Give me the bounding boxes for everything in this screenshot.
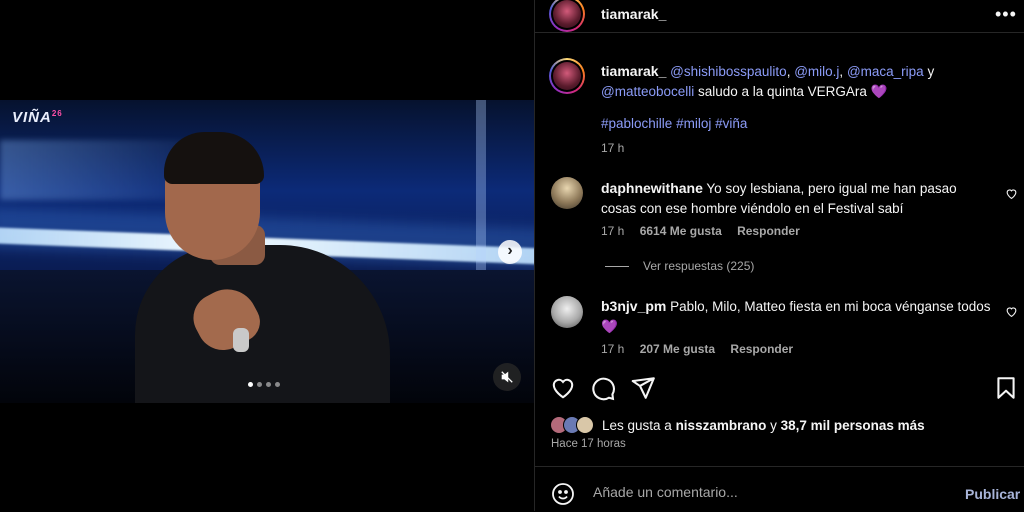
post-photo [0, 100, 534, 403]
like-icon[interactable] [550, 375, 576, 401]
comment-time: 17 h [601, 224, 625, 238]
mention-link[interactable]: @maca_ripa [847, 64, 924, 79]
comment-input[interactable] [591, 483, 895, 501]
caption-time: 17 h [601, 141, 625, 155]
carousel-next-button[interactable]: › [498, 240, 522, 264]
view-replies-label: Ver respuestas (225) [643, 259, 755, 273]
person-body [135, 245, 390, 403]
post-timestamp: Hace 17 horas [551, 438, 626, 450]
post-caption: tiamarak_ @shishibosspaulito, @milo.j, @… [601, 63, 935, 99]
comment-like-icon[interactable] [1005, 187, 1018, 200]
likes-summary: Les gusta a nisszambrano y 38,7 mil pers… [550, 416, 925, 434]
chevron-right-icon: › [507, 242, 513, 259]
festival-logo-text: VIÑA [12, 109, 52, 126]
comment-username[interactable]: daphnewithane [601, 180, 703, 196]
carousel-dot [248, 382, 253, 387]
post-header: tiamarak_ ••• [535, 0, 1024, 33]
mention-link[interactable]: @milo.j [794, 64, 839, 79]
more-options-button[interactable]: ••• [995, 4, 1017, 25]
comment-meta: 17 h 207 Me gusta Responder [601, 342, 793, 356]
replies-divider [605, 265, 629, 267]
hashtag-link[interactable]: #pablochille [601, 116, 672, 131]
comment-likes[interactable]: 6614 Me gusta [640, 224, 722, 238]
festival-logo-year: 26 [51, 109, 63, 118]
mute-icon [501, 371, 513, 383]
liker-avatar [576, 416, 594, 434]
carousel-dot [257, 382, 262, 387]
mute-button[interactable] [493, 363, 521, 391]
share-icon[interactable] [630, 375, 656, 401]
festival-logo: VIÑA26 [12, 109, 63, 126]
comment-meta: 17 h 6614 Me gusta Responder [601, 224, 800, 238]
caption-text: saludo a la quinta VERGAra 💜 [694, 84, 888, 99]
post-panel: tiamarak_ ••• tiamarak_ @shishibosspauli… [534, 0, 1024, 511]
save-icon[interactable] [993, 375, 1019, 401]
reply-button[interactable]: Responder [737, 224, 800, 238]
mention-link[interactable]: @shishibosspaulito [670, 64, 787, 79]
mention-link[interactable]: @matteobocelli [601, 84, 694, 99]
likes-count[interactable]: 38,7 mil personas más [781, 418, 925, 433]
caption-hashtags: #pablochille #miloj #viña [601, 116, 747, 131]
likes-prefix: Les gusta a [602, 417, 676, 433]
comment-likes[interactable]: 207 Me gusta [640, 342, 715, 356]
comment-icon[interactable] [590, 375, 616, 401]
comment-avatar[interactable] [551, 296, 583, 328]
likes-username[interactable]: nisszambrano [676, 418, 767, 433]
carousel-dots [248, 382, 280, 387]
person-hair [164, 132, 264, 184]
comment-time: 17 h [601, 342, 625, 356]
caption-connector: y [923, 64, 935, 79]
post-media[interactable]: VIÑA26 › [0, 0, 534, 511]
publish-button[interactable]: Publicar [965, 486, 1020, 502]
comment-composer: Publicar [535, 466, 1024, 512]
caption-username[interactable]: tiamarak_ [601, 63, 666, 79]
reply-button[interactable]: Responder [730, 342, 793, 356]
carousel-dot [275, 382, 280, 387]
caption-author-avatar[interactable] [549, 58, 585, 94]
author-username[interactable]: tiamarak_ [601, 6, 666, 22]
hashtag-link[interactable]: #miloj [676, 116, 711, 131]
comment-avatar[interactable] [551, 177, 583, 209]
comment-like-icon[interactable] [1005, 305, 1018, 318]
more-icon: ••• [995, 4, 1017, 24]
emoji-icon[interactable] [551, 482, 575, 506]
comment-username[interactable]: b3njv_pm [601, 298, 666, 314]
likes-connector: y [766, 417, 781, 433]
person-watch [233, 328, 249, 352]
author-avatar[interactable] [549, 0, 585, 32]
post-actions [535, 370, 1024, 406]
comment-body: b3njv_pm Pablo, Milo, Matteo fiesta en m… [601, 296, 991, 337]
carousel-dot [266, 382, 271, 387]
comment-body: daphnewithane Yo soy lesbiana, pero igua… [601, 178, 991, 219]
hashtag-link[interactable]: #viña [715, 116, 747, 131]
view-replies-button[interactable]: Ver respuestas (225) [605, 259, 754, 273]
